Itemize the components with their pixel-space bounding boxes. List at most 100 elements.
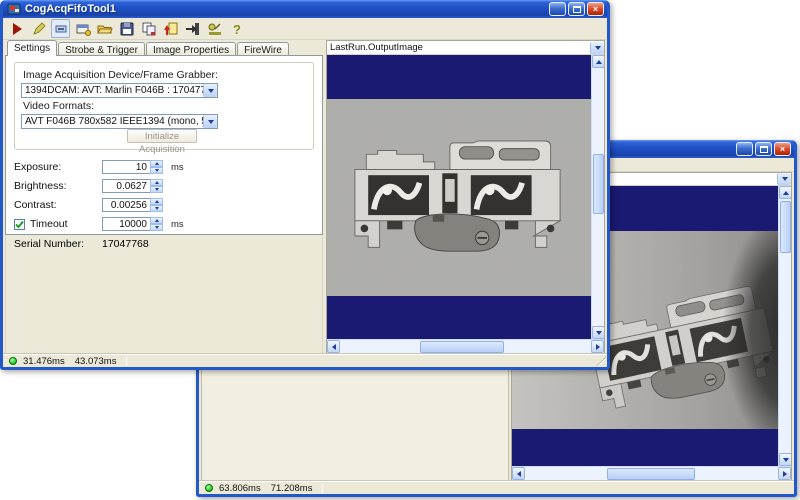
device-label: Image Acquisition Device/Frame Grabber: [23,69,218,81]
spin-down-icon[interactable] [150,167,163,174]
spin-down-icon[interactable] [150,205,163,212]
import-image-icon[interactable] [161,19,180,38]
status-indicator-icon [9,357,17,365]
spin-up-icon[interactable] [150,160,163,167]
video-formats-combobox[interactable]: AVT F046B 780x582 IEEE1394 (mono, 53fps,… [21,114,218,129]
tab-image-properties[interactable]: Image Properties [145,42,237,56]
scroll-down-icon[interactable] [779,453,791,466]
device-groupbox: Image Acquisition Device/Frame Grabber: … [14,62,314,155]
exposure-input[interactable] [102,160,150,174]
device-combobox[interactable]: 1394DCAM: AVT: Marlin F046B : 17047768 [21,83,218,98]
brightness-input[interactable] [102,179,150,193]
statusbar-divider [126,356,128,366]
timeout-input[interactable] [102,217,150,231]
scroll-up-icon[interactable] [779,186,791,199]
chevron-down-icon[interactable] [203,115,217,128]
acquire-time: 63.806ms [219,482,261,494]
exposure-unit: ms [171,161,184,173]
tab-settings[interactable]: Settings [7,40,58,56]
show-electrode-icon[interactable] [51,19,70,38]
save-icon[interactable] [117,19,136,38]
app-icon [7,3,21,15]
front-image-selector-value: LastRun.OutputImage [330,42,423,53]
edit-pencil-icon[interactable] [29,19,48,38]
copy-results-icon[interactable] [139,19,158,38]
export-icon[interactable] [183,19,202,38]
initialize-acquisition-button[interactable]: Initialize Acquisition [127,129,197,155]
timeout-spinner[interactable] [150,217,163,231]
back-horizontal-scrollbar[interactable] [512,466,791,480]
front-vscroll-thumb[interactable] [592,154,604,214]
scroll-down-icon[interactable] [592,326,604,339]
help-icon[interactable]: ? [227,19,246,38]
contrast-spinner[interactable] [150,198,163,212]
back-hscroll-thumb[interactable] [607,467,695,480]
desktop: _ × 63.806ms 71.208ms CogAcqFifoTool1 _ … [0,0,800,500]
statusbar-divider [322,483,324,493]
check-icon [15,220,24,228]
close-button[interactable]: × [587,2,604,16]
scroll-right-icon[interactable] [591,340,604,353]
spin-up-icon[interactable] [150,179,163,186]
video-formats-value: AVT F046B 780x582 IEEE1394 (mono, 53fps,… [25,116,203,127]
exposure-spinner[interactable] [150,160,163,174]
acquire-time: 31.476ms [23,355,65,367]
front-window-toolbar: ? [3,18,607,40]
spin-down-icon[interactable] [150,186,163,193]
scroll-right-icon[interactable] [778,467,791,480]
settings-tab-page: Image Acquisition Device/Frame Grabber: … [5,55,323,250]
video-formats-label: Video Formats: [23,100,95,112]
front-window-titlebar[interactable]: CogAcqFifoTool1 _ × [3,0,607,18]
run-time: 43.073ms [74,355,117,367]
exposure-label: Exposure: [14,161,62,173]
back-vscroll-thumb[interactable] [779,201,791,253]
back-vertical-scrollbar[interactable] [778,186,791,466]
maximize-button[interactable] [755,142,772,156]
front-window: CogAcqFifoTool1 _ × ? Settings Strobe & … [0,0,610,370]
chevron-down-icon[interactable] [590,41,604,54]
float-window-icon[interactable] [73,19,92,38]
spin-up-icon[interactable] [150,217,163,224]
front-vertical-scrollbar[interactable] [591,55,604,339]
front-camera-image [327,55,596,339]
close-button[interactable]: × [774,142,791,156]
brightness-spinner[interactable] [150,179,163,193]
settings-scale-icon[interactable] [205,19,224,38]
svg-text:?: ? [233,22,241,37]
back-status-bar: 63.806ms 71.208ms [199,481,794,494]
tab-strip: Settings Strobe & Trigger Image Properti… [5,40,323,56]
front-status-bar: 31.476ms 43.073ms [3,354,607,367]
serial-number-value: 17047768 [102,238,149,250]
timeout-unit: ms [171,218,184,230]
front-image-viewport[interactable] [327,55,604,339]
open-file-icon[interactable] [95,19,114,38]
front-horizontal-scrollbar[interactable] [327,339,604,353]
scroll-left-icon[interactable] [327,340,340,353]
run-icon[interactable] [7,19,26,38]
scroll-left-icon[interactable] [512,467,525,480]
resize-grip[interactable] [596,356,606,366]
minimize-button[interactable]: _ [549,2,566,17]
timeout-label: Timeout [30,218,68,230]
contrast-label: Contrast: [14,199,57,211]
front-hscroll-thumb[interactable] [420,340,504,353]
tab-strobe-trigger[interactable]: Strobe & Trigger [58,42,145,56]
chevron-down-icon[interactable] [203,84,217,97]
scroll-up-icon[interactable] [592,55,604,68]
spin-up-icon[interactable] [150,198,163,205]
front-image-selector[interactable]: LastRun.OutputImage [327,41,604,55]
serial-number-label: Serial Number: [14,238,85,250]
minimize-button[interactable]: _ [736,142,753,157]
chevron-down-icon[interactable] [777,173,791,185]
front-image-panel: LastRun.OutputImage [326,40,605,354]
contrast-input[interactable] [102,198,150,212]
brightness-label: Brightness: [14,180,67,192]
spin-down-icon[interactable] [150,224,163,231]
run-time: 71.208ms [270,482,313,494]
front-window-title: CogAcqFifoTool1 [25,3,116,15]
settings-panel-filler [5,235,323,354]
tab-firewire[interactable]: FireWire [237,42,289,56]
device-combobox-value: 1394DCAM: AVT: Marlin F046B : 17047768 [25,85,203,96]
maximize-button[interactable] [568,2,585,16]
timeout-checkbox[interactable] [14,218,25,230]
